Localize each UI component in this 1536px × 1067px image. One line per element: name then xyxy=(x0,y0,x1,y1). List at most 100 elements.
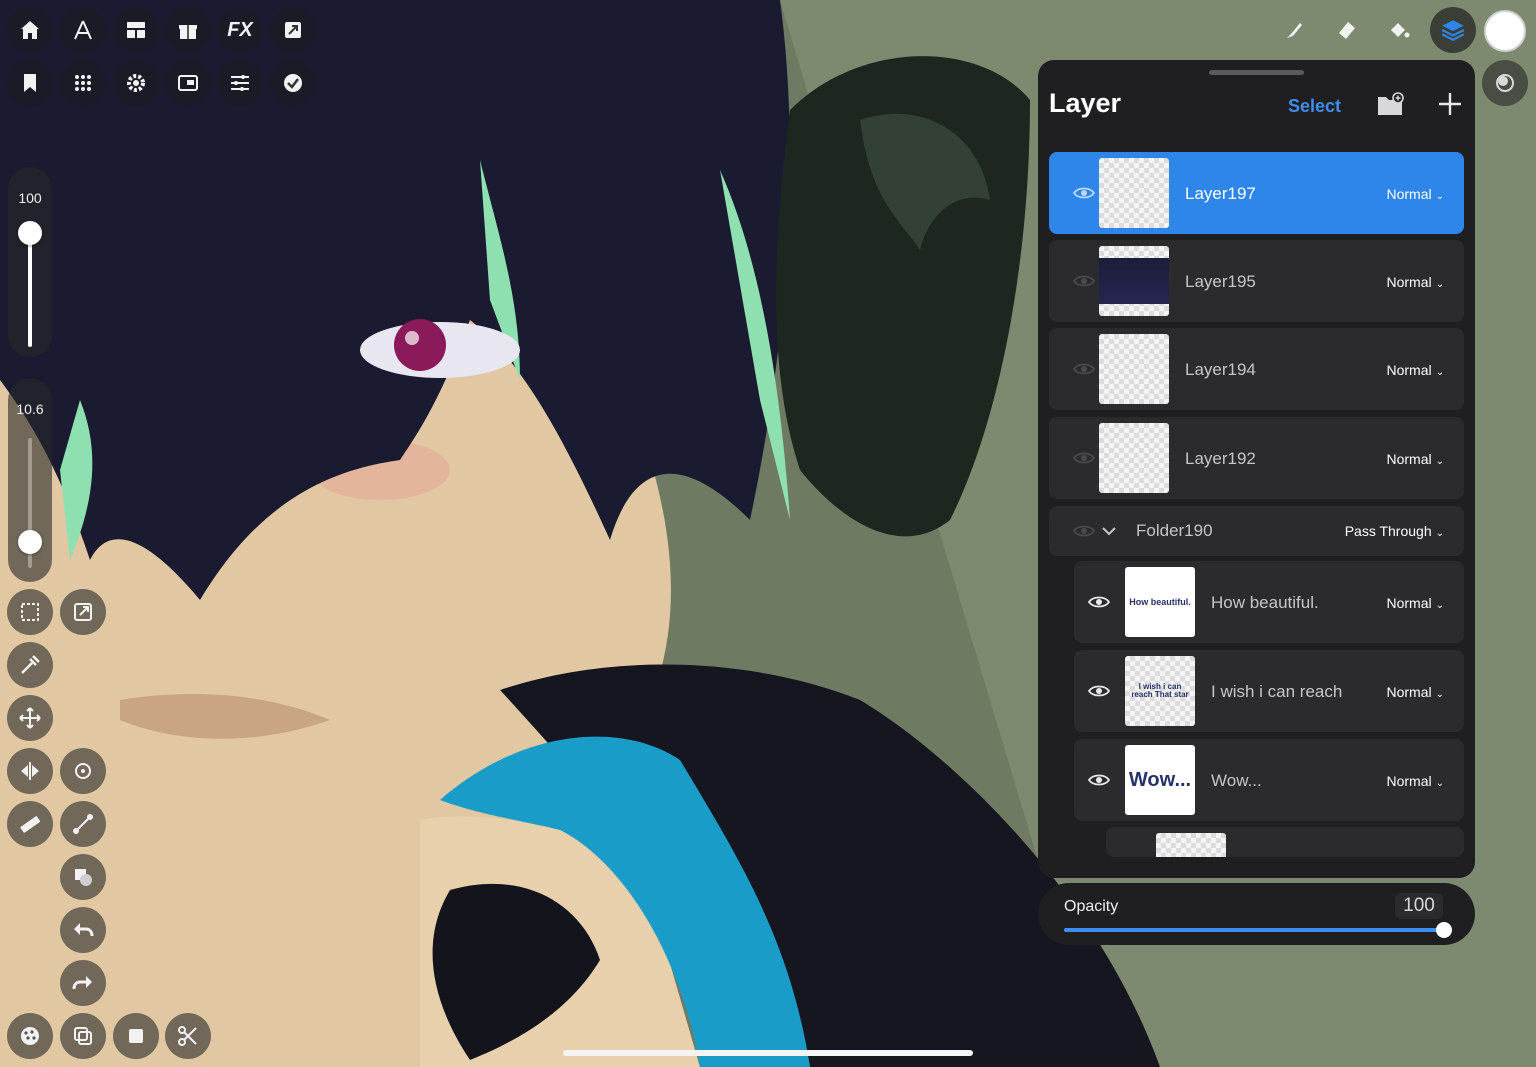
visibility-eye-icon[interactable] xyxy=(1088,773,1110,787)
blend-mode-select[interactable]: Pass Through ⌄ xyxy=(1345,523,1444,539)
brush-size-slider[interactable]: 100 xyxy=(8,167,52,357)
layers-icon[interactable] xyxy=(1430,7,1476,53)
layer-name: I wish i can reach xyxy=(1211,682,1343,701)
thumbnail-text: How beautiful. xyxy=(1129,596,1191,607)
layer-thumbnail xyxy=(1099,158,1169,228)
chevron-down-icon: ⌄ xyxy=(1435,367,1444,378)
texture-icon[interactable] xyxy=(7,1013,53,1059)
layer-name: Layer194 xyxy=(1185,360,1256,379)
chevron-down-icon: ⌄ xyxy=(1435,191,1444,202)
chevron-down-icon: ⌄ xyxy=(1435,600,1444,611)
chevron-down-icon[interactable] xyxy=(1101,525,1117,537)
share-icon[interactable] xyxy=(270,7,316,53)
opacity-slider-knob[interactable] xyxy=(1436,922,1452,938)
layer-row[interactable]: I wish i can reach That star I wish i ca… xyxy=(1074,650,1464,732)
layer-thumbnail: How beautiful. xyxy=(1125,567,1195,637)
add-layer-icon[interactable] xyxy=(1436,90,1464,118)
panel-grabber[interactable] xyxy=(1209,70,1304,75)
layer-thumbnail: I wish i can reach That star xyxy=(1125,656,1195,726)
opacity-value[interactable]: 100 xyxy=(1395,893,1443,919)
copy-icon[interactable] xyxy=(113,1013,159,1059)
layer-name: Wow... xyxy=(1211,771,1262,790)
blend-mode-select[interactable]: Normal ⌄ xyxy=(1386,773,1444,789)
layer-row[interactable]: Layer197 Normal ⌄ xyxy=(1049,152,1464,234)
layer-thumbnail xyxy=(1099,334,1169,404)
layer-row[interactable]: Wow... Wow... Normal ⌄ xyxy=(1074,739,1464,821)
modify-button-icon[interactable] xyxy=(1482,60,1528,106)
thumbnail-text: Wow... xyxy=(1128,769,1192,791)
adjust-icon[interactable] xyxy=(217,60,263,106)
opacity-slider-track[interactable] xyxy=(1064,928,1444,932)
layer-thumbnail: Wow... xyxy=(1125,745,1195,815)
gear-icon[interactable] xyxy=(113,60,159,106)
eyedropper-icon[interactable] xyxy=(7,642,53,688)
eraser-icon[interactable] xyxy=(1324,7,1370,53)
duplicate-icon[interactable] xyxy=(60,1013,106,1059)
layout-icon[interactable] xyxy=(113,7,159,53)
distort-icon[interactable] xyxy=(60,801,106,847)
blend-mode-select[interactable]: Normal ⌄ xyxy=(1386,274,1444,290)
flip-icon[interactable] xyxy=(7,748,53,794)
ruler-icon[interactable] xyxy=(7,801,53,847)
check-icon[interactable] xyxy=(270,60,316,106)
blend-mode-label: Normal xyxy=(1386,684,1432,700)
fill-icon[interactable] xyxy=(1376,7,1422,53)
fx-icon[interactable]: FX xyxy=(217,7,263,53)
layer-row-partial[interactable] xyxy=(1106,827,1464,857)
brush-opacity-slider[interactable]: 10.6 xyxy=(8,378,52,582)
new-folder-icon[interactable] xyxy=(1376,92,1406,118)
chevron-down-icon: ⌄ xyxy=(1435,279,1444,290)
blend-mode-label: Normal xyxy=(1386,274,1432,290)
layer-name: Layer195 xyxy=(1185,272,1256,291)
move-icon[interactable] xyxy=(7,695,53,741)
text-icon[interactable] xyxy=(60,7,106,53)
layer-row[interactable]: How beautiful. How beautiful. Normal ⌄ xyxy=(1074,561,1464,643)
visibility-eye-icon[interactable] xyxy=(1073,451,1095,465)
blend-mode-select[interactable]: Normal ⌄ xyxy=(1386,451,1444,467)
redo-icon[interactable] xyxy=(60,960,106,1006)
blend-mode-select[interactable]: Normal ⌄ xyxy=(1386,362,1444,378)
visibility-eye-icon[interactable] xyxy=(1073,524,1095,538)
visibility-eye-icon[interactable] xyxy=(1073,186,1095,200)
brush-size-knob[interactable] xyxy=(18,221,42,245)
brush-size-fill xyxy=(28,233,32,347)
brush-opacity-knob[interactable] xyxy=(18,530,42,554)
undo-icon[interactable] xyxy=(60,907,106,953)
blend-mode-select[interactable]: Normal ⌄ xyxy=(1386,595,1444,611)
visibility-eye-icon[interactable] xyxy=(1073,362,1095,376)
grid-icon[interactable] xyxy=(60,60,106,106)
select-button[interactable]: Select xyxy=(1288,96,1341,117)
layer-row[interactable]: Layer194 Normal ⌄ xyxy=(1049,328,1464,410)
bookmark-icon[interactable] xyxy=(7,60,53,106)
home-indicator[interactable] xyxy=(563,1050,973,1056)
chevron-down-icon: ⌄ xyxy=(1435,689,1444,700)
layer-row[interactable]: Layer195 Normal ⌄ xyxy=(1049,240,1464,322)
chevron-down-icon: ⌄ xyxy=(1435,528,1444,539)
chevron-down-icon: ⌄ xyxy=(1435,456,1444,467)
color-icon[interactable] xyxy=(1484,10,1526,52)
blend-mode-select[interactable]: Normal ⌄ xyxy=(1386,684,1444,700)
layer-row[interactable]: Layer192 Normal ⌄ xyxy=(1049,417,1464,499)
blend-mode-label: Normal xyxy=(1386,186,1432,202)
visibility-eye-icon[interactable] xyxy=(1088,684,1110,698)
folder-row[interactable]: Folder190 Pass Through ⌄ xyxy=(1049,506,1464,556)
layer-name: Layer197 xyxy=(1185,184,1256,203)
home-icon[interactable] xyxy=(7,7,53,53)
layer-name: Layer192 xyxy=(1185,449,1256,468)
blend-mode-select[interactable]: Normal ⌄ xyxy=(1386,186,1444,202)
brush-opacity-value: 10.6 xyxy=(16,401,44,417)
layer-thumbnail xyxy=(1156,833,1226,857)
visibility-eye-icon[interactable] xyxy=(1088,595,1110,609)
selection-icon[interactable] xyxy=(7,589,53,635)
layers-panel: Layer Select Layer197 Normal ⌄ Layer195 N… xyxy=(1038,60,1475,878)
rotate-icon[interactable] xyxy=(60,748,106,794)
cut-icon[interactable] xyxy=(165,1013,211,1059)
brush-icon[interactable] xyxy=(1272,7,1318,53)
gift-icon[interactable] xyxy=(165,7,211,53)
shapes-icon[interactable] xyxy=(60,854,106,900)
layer-name: How beautiful. xyxy=(1211,593,1319,612)
window-icon[interactable] xyxy=(165,60,211,106)
visibility-eye-icon[interactable] xyxy=(1073,274,1095,288)
transform-icon[interactable] xyxy=(60,589,106,635)
layer-thumbnail xyxy=(1099,423,1169,493)
